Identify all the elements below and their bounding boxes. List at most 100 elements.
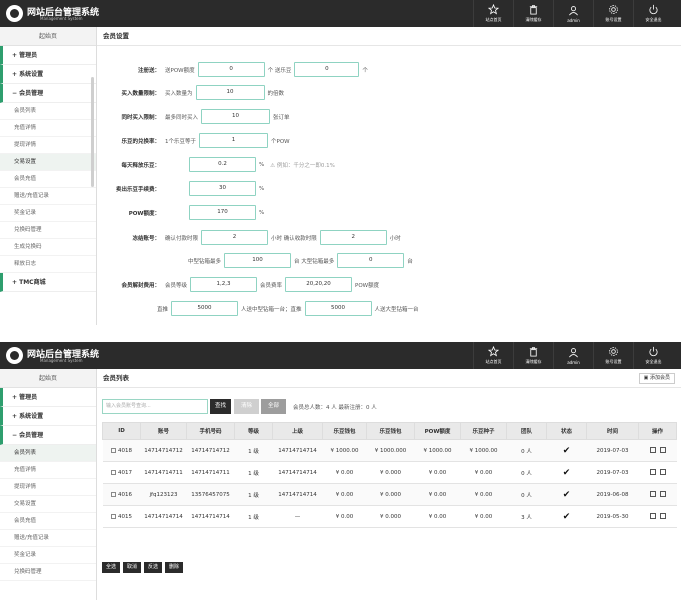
mail-icon[interactable] [649, 513, 656, 520]
row-checkbox[interactable] [111, 469, 116, 475]
sidebar-item-generate-code[interactable]: 生成兑换码 [0, 239, 96, 256]
search-button[interactable]: 查找 [210, 399, 232, 414]
col-team[interactable]: 团队 [506, 422, 547, 440]
sidebar-home[interactable]: 起始页 [0, 369, 96, 388]
sidebar-item-recharge-detail[interactable]: 充值详情 [0, 462, 96, 479]
row-checkbox[interactable] [111, 491, 116, 497]
sidebar-item-member-list[interactable]: 会员列表 [0, 103, 96, 120]
check-icon[interactable]: ✔ [563, 468, 571, 478]
edit-icon[interactable] [659, 447, 666, 454]
sidebar-item-release-log[interactable]: 释放日志 [0, 256, 96, 273]
edit-icon[interactable] [659, 491, 666, 498]
sidebar-item-code-manage[interactable]: 兑换码管理 [0, 222, 96, 239]
clear-button[interactable]: 清除 [234, 399, 260, 414]
sidebar-item-gift-records[interactable]: 赠送/充值记录 [0, 188, 96, 205]
member-rate-input[interactable]: 20,20,20 [285, 277, 353, 292]
check-icon[interactable]: ✔ [563, 512, 571, 522]
sidebar-item-member-recharge[interactable]: 会员充值 [0, 513, 96, 530]
select-all-button[interactable]: 全选 [102, 562, 121, 573]
max-orders-input[interactable]: 10 [201, 109, 271, 124]
nav-admin[interactable]: admin [553, 342, 593, 369]
table-row[interactable]: 4016 jfq123123 13576457075 1 级 147147147… [102, 483, 677, 506]
col-wallet2[interactable]: 乐豆钱包 [366, 422, 415, 440]
sidebar-item-withdraw-detail[interactable]: 提现详情 [0, 479, 96, 496]
sidebar-group-system[interactable]: + 系统设置 [0, 65, 96, 84]
sidebar-group-tmc-mall[interactable]: + TMC商城 [0, 273, 96, 292]
register-ledou-input[interactable]: 0 [294, 62, 360, 77]
table-row[interactable]: 4017 14714714711 14714714711 1 级 1471471… [102, 461, 677, 484]
nav-clear-cache[interactable]: 清除缓存 [513, 342, 553, 369]
all-button[interactable]: 全部 [261, 399, 287, 414]
mail-icon[interactable] [649, 447, 656, 454]
check-icon[interactable]: ✔ [563, 490, 571, 500]
sidebar-item-gift-records[interactable]: 赠送/充值记录 [0, 530, 96, 547]
nav-admin[interactable]: admin [553, 0, 593, 27]
daily-release-input[interactable]: 0.2 [189, 157, 256, 172]
sidebar-group-members[interactable]: − 会员管理 [0, 426, 96, 445]
direct-medium-input[interactable]: 5000 [171, 301, 239, 316]
col-status[interactable]: 状态 [546, 422, 587, 440]
col-id[interactable]: ID [102, 422, 141, 440]
sidebar-item-trade-settings[interactable]: 交易设置 [0, 154, 96, 171]
sidebar-item-withdraw-detail[interactable]: 提现详情 [0, 137, 96, 154]
sidebar-group-system[interactable]: + 系统设置 [0, 407, 96, 426]
table-row[interactable]: 4018 14714714712 14714714712 1 级 1471471… [102, 439, 677, 462]
exchange-rate-input[interactable]: 1 [199, 133, 268, 148]
nav-logout[interactable]: 安全退出 [633, 342, 673, 369]
invert-selection-button[interactable]: 反选 [144, 562, 163, 573]
sidebar-group-admin[interactable]: + 管理员 [0, 388, 96, 407]
check-icon[interactable]: ✔ [563, 446, 571, 456]
col-seed[interactable]: 乐豆种子 [460, 422, 507, 440]
col-actions[interactable]: 操作 [638, 422, 677, 440]
field-label: 会员解封费用： [121, 282, 160, 289]
nav-account-settings[interactable]: 账号设置 [593, 342, 633, 369]
sidebar-item-code-manage[interactable]: 兑换码管理 [0, 564, 96, 581]
row-checkbox[interactable] [111, 513, 116, 519]
sidebar-item-recharge-detail[interactable]: 充值详情 [0, 120, 96, 137]
sidebar-item-bonus-records[interactable]: 奖金记录 [0, 547, 96, 564]
sidebar-item-member-list[interactable]: 会员列表 [0, 445, 96, 462]
sidebar-group-members[interactable]: − 会员管理 [0, 84, 96, 103]
sidebar-group-admin[interactable]: + 管理员 [0, 46, 96, 65]
sidebar-scrollbar[interactable] [91, 77, 94, 187]
delete-button[interactable]: 删除 [165, 562, 184, 573]
row-simul-buy: 同时买入限制： 最多同时买入 10 张订单 [103, 109, 293, 124]
sidebar-item-trade-settings[interactable]: 交易设置 [0, 496, 96, 513]
cancel-button[interactable]: 取消 [123, 562, 142, 573]
buy-multiple-input[interactable]: 10 [195, 85, 265, 100]
mail-icon[interactable] [649, 469, 656, 476]
nav-site-home[interactable]: 站点首页 [473, 0, 513, 27]
mail-icon[interactable] [649, 491, 656, 498]
sell-fee-input[interactable]: 30 [189, 181, 256, 196]
sidebar-item-member-recharge[interactable]: 会员充值 [0, 171, 96, 188]
table-row[interactable]: 4015 14714714714 14714714714 1 级 — ¥ 0.0… [102, 505, 677, 528]
medium-box-input[interactable]: 100 [224, 253, 292, 268]
col-level[interactable]: 等级 [234, 422, 273, 440]
col-wallet1[interactable]: 乐豆钱包 [322, 422, 367, 440]
nav-site-home[interactable]: 站点首页 [473, 342, 513, 369]
edit-icon[interactable] [659, 469, 666, 476]
col-account[interactable]: 账号 [140, 422, 187, 440]
col-phone[interactable]: 手机号码 [186, 422, 235, 440]
col-parent[interactable]: 上级 [272, 422, 323, 440]
add-member-button[interactable]: ▣ 添加会员 [638, 373, 675, 384]
receipt-timeout-input[interactable]: 2 [319, 230, 387, 245]
edit-icon[interactable] [659, 513, 666, 520]
register-pow-input[interactable]: 0 [197, 62, 265, 77]
nav-logout[interactable]: 安全退出 [633, 0, 673, 27]
nav-account-settings[interactable]: 账号设置 [593, 0, 633, 27]
search-input[interactable]: 输入会员账号查询... [102, 399, 208, 414]
nav-clear-cache[interactable]: 清除缓存 [513, 0, 553, 27]
cell-seed: ¥ 0.00 [460, 505, 507, 528]
cell-pow: ¥ 0.00 [414, 483, 461, 506]
payment-timeout-input[interactable]: 2 [201, 230, 269, 245]
large-box-input[interactable]: 0 [337, 253, 405, 268]
pow-quota-input[interactable]: 170 [189, 205, 256, 220]
row-checkbox[interactable] [111, 447, 116, 453]
sidebar-item-bonus-records[interactable]: 奖金记录 [0, 205, 96, 222]
col-time[interactable]: 时间 [586, 422, 639, 440]
col-pow[interactable]: POW额度 [414, 422, 461, 440]
direct-large-input[interactable]: 5000 [304, 301, 372, 316]
sidebar-home[interactable]: 起始页 [0, 27, 96, 46]
member-level-input[interactable]: 1,2,3 [190, 277, 258, 292]
